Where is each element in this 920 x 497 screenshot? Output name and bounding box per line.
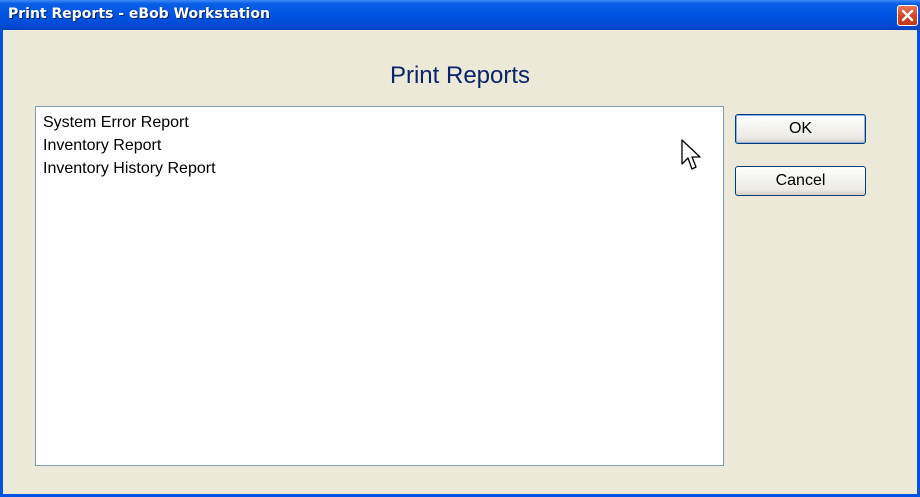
window-title: Print Reports - eBob Workstation [8,6,270,22]
close-icon [901,9,914,22]
list-item-inventory-history-report[interactable]: Inventory History Report [43,159,216,179]
dialog-heading: Print Reports [389,62,531,89]
title-bar[interactable]: Print Reports - eBob Workstation [0,0,920,30]
cancel-button[interactable]: Cancel [735,166,866,196]
report-listbox[interactable]: System Error Report Inventory Report Inv… [35,106,724,466]
list-item-system-error-report[interactable]: System Error Report [43,113,189,133]
print-reports-window: Print Reports - eBob Workstation Print R… [0,0,920,497]
list-item-inventory-report[interactable]: Inventory Report [43,136,161,156]
ok-button[interactable]: OK [735,114,866,144]
close-button[interactable] [897,5,918,26]
mouse-pointer-icon [681,139,701,170]
